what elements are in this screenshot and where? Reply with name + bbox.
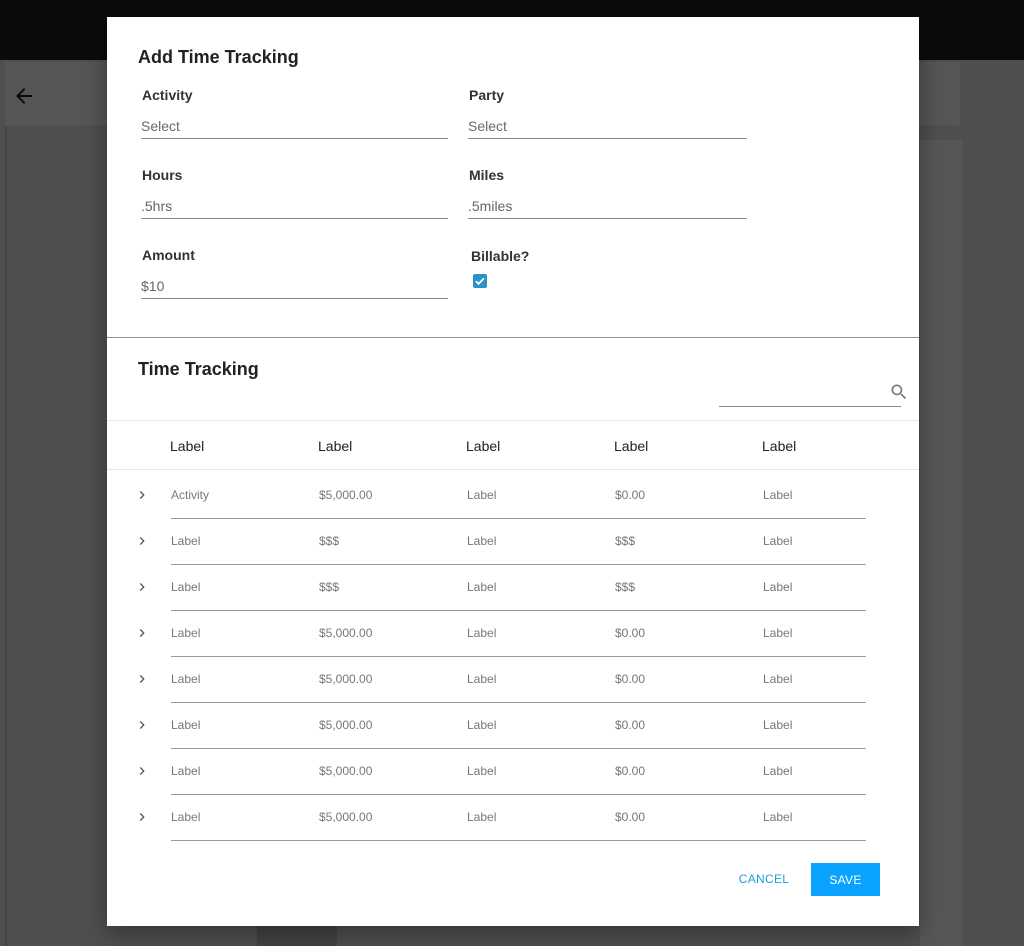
app-side-card [920, 140, 962, 946]
table-cell: Label [467, 764, 497, 778]
chevron-right-icon[interactable] [134, 487, 150, 503]
table-row[interactable]: Activity $5,000.00 Label $0.00 Label [107, 473, 919, 519]
table-cell: $5,000.00 [319, 810, 373, 824]
table-cell: $$$ [319, 534, 340, 548]
activity-select[interactable] [141, 113, 448, 139]
activity-label: Activity [142, 87, 193, 103]
table-cell: Label [763, 488, 793, 502]
chevron-right-icon[interactable] [134, 763, 150, 779]
activity-field: Activity [141, 87, 448, 139]
table-cell: Label [763, 764, 793, 778]
table-cell: $$$ [615, 534, 636, 548]
search-input[interactable] [719, 383, 879, 405]
table-row[interactable]: Label $5,000.00 Label $0.00 Label [107, 611, 919, 657]
table-row[interactable]: Label $5,000.00 Label $0.00 Label [107, 749, 919, 795]
party-label: Party [469, 87, 505, 103]
table-cell: $0.00 [615, 810, 646, 824]
chevron-right-icon[interactable] [134, 671, 150, 687]
amount-input[interactable] [141, 273, 448, 299]
column-header[interactable]: Label [170, 438, 204, 454]
table-cell: Label [763, 672, 793, 686]
dialog-title: Add Time Tracking [138, 47, 299, 67]
table-cell: Label [763, 580, 793, 594]
back-arrow-icon[interactable] [12, 84, 36, 108]
chevron-right-icon[interactable] [134, 625, 150, 641]
miles-label: Miles [469, 167, 505, 183]
add-time-tracking-dialog: Add Time Tracking Activity Party Hours M… [107, 17, 919, 926]
table-cell: $5,000.00 [319, 488, 373, 502]
table-cell: Label [171, 534, 201, 548]
chevron-right-icon[interactable] [134, 579, 150, 595]
billable-checkbox[interactable] [473, 274, 487, 288]
table-header: Label Label Label Label Label [107, 420, 919, 470]
table-row[interactable]: Label $5,000.00 Label $0.00 Label [107, 703, 919, 749]
table-cell: Label [171, 626, 201, 640]
table-cell: $5,000.00 [319, 626, 373, 640]
chevron-right-icon[interactable] [134, 809, 150, 825]
table-cell: Label [467, 626, 497, 640]
table-cell: Label [171, 810, 201, 824]
table-cell: $0.00 [615, 626, 646, 640]
search-icon[interactable] [889, 382, 909, 402]
chevron-right-icon[interactable] [134, 717, 150, 733]
time-tracking-title: Time Tracking [138, 359, 259, 379]
table-row[interactable]: Label $$$ Label $$$ Label [107, 565, 919, 611]
column-header[interactable]: Label [614, 438, 648, 454]
column-header[interactable]: Label [318, 438, 352, 454]
billable-field: Billable? [471, 248, 530, 288]
chevron-right-icon[interactable] [134, 533, 150, 549]
table-cell: Label [467, 810, 497, 824]
table-row[interactable]: Label $$$ Label $$$ Label [107, 519, 919, 565]
save-button[interactable]: SAVE [811, 863, 880, 896]
table-cell: Label [763, 534, 793, 548]
hours-input[interactable] [141, 193, 448, 219]
section-divider [107, 337, 919, 338]
party-field: Party [468, 87, 747, 139]
table-row[interactable]: Label $5,000.00 Label $0.00 Label [107, 657, 919, 703]
search-field [719, 383, 901, 407]
table-cell: $$$ [319, 580, 340, 594]
hours-label: Hours [142, 167, 183, 183]
miles-input[interactable] [468, 193, 747, 219]
table-cell: Label [763, 810, 793, 824]
table-cell: Label [467, 534, 497, 548]
table-cell: Label [467, 718, 497, 732]
amount-label: Amount [142, 247, 195, 263]
table-cell: Label [763, 718, 793, 732]
table-cell: Label [171, 580, 201, 594]
column-header[interactable]: Label [762, 438, 796, 454]
table-cell: $0.00 [615, 488, 646, 502]
hours-field: Hours [141, 167, 448, 219]
table-cell: $5,000.00 [319, 764, 373, 778]
table-cell: $$$ [615, 580, 636, 594]
billable-label: Billable? [471, 248, 530, 264]
table-cell: $0.00 [615, 718, 646, 732]
table-row[interactable]: Label $5,000.00 Label $0.00 Label [107, 795, 919, 841]
table-cell: Label [467, 488, 497, 502]
table-cell: Label [763, 626, 793, 640]
table-cell: Label [467, 580, 497, 594]
table-cell: $5,000.00 [319, 718, 373, 732]
miles-field: Miles [468, 167, 747, 219]
table-cell: $0.00 [615, 672, 646, 686]
table-cell: Label [467, 672, 497, 686]
table-cell: Label [171, 764, 201, 778]
table-cell: Label [171, 672, 201, 686]
row-divider [171, 840, 866, 841]
table-cell: $0.00 [615, 764, 646, 778]
app-bottom-tab [257, 926, 337, 946]
column-header[interactable]: Label [466, 438, 500, 454]
table-cell: Label [171, 718, 201, 732]
table-cell: Activity [171, 488, 210, 502]
party-select[interactable] [468, 113, 747, 139]
checkmark-icon [475, 277, 485, 286]
amount-field: Amount [141, 247, 448, 299]
table-cell: $5,000.00 [319, 672, 373, 686]
cancel-button[interactable]: CANCEL [729, 863, 799, 895]
